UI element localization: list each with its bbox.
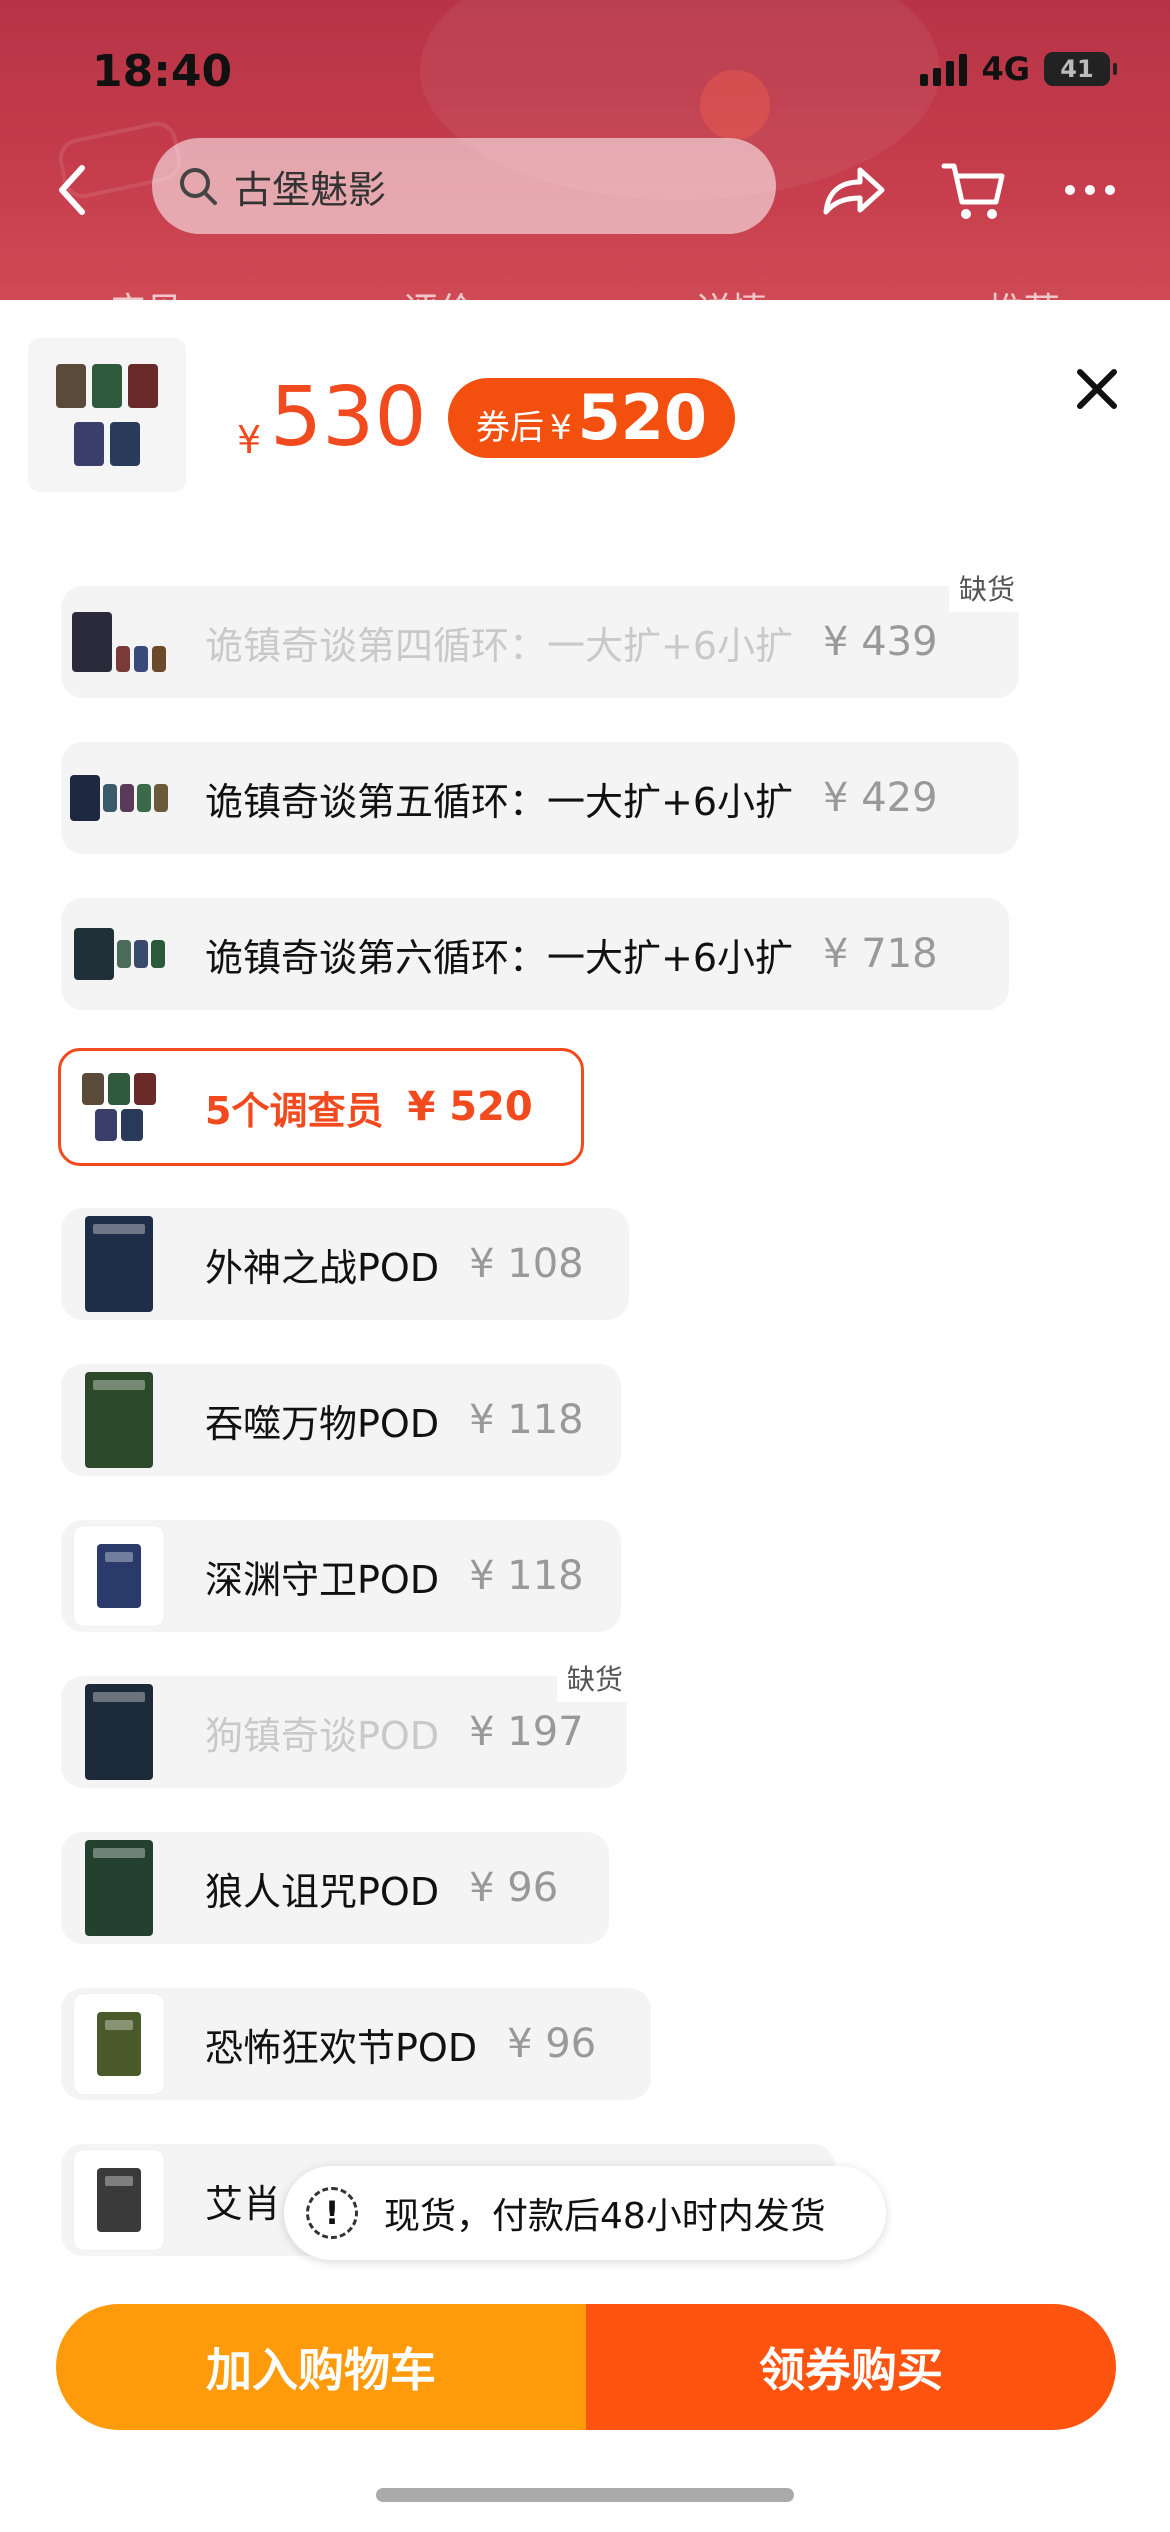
option-price: ¥ 118 — [469, 1553, 584, 1599]
cart-icon[interactable] — [940, 158, 1008, 224]
option-name: 外神之战POD — [205, 1245, 440, 1290]
option-thumbnail — [65, 1367, 173, 1473]
option-thumbnail — [65, 1211, 173, 1317]
option-thumbnail — [65, 745, 173, 851]
tab-item[interactable]: 宝贝 — [110, 282, 182, 302]
coupon-price-badge: 券后 ¥ 520 — [448, 378, 736, 458]
coupon-currency: ¥ — [550, 408, 572, 448]
info-icon: ! — [306, 2187, 358, 2239]
option-item[interactable]: 诡镇奇谈第四循环：一大扩+6小扩 ¥ 439 缺货 — [61, 564, 1025, 698]
option-price: ¥ 197 — [469, 1709, 584, 1755]
option-item[interactable]: 外神之战POD ¥ 108 — [61, 1208, 629, 1320]
option-name: 诡镇奇谈第四循环：一大扩+6小扩 — [205, 623, 794, 668]
product-tabs: 宝贝 评价 详情 推荐 — [0, 282, 1170, 302]
coupon-price: 520 — [577, 381, 708, 454]
option-thumbnail — [65, 2147, 173, 2253]
search-text: 古堡魅影 — [234, 167, 387, 212]
option-item[interactable]: 诡镇奇谈第六循环：一大扩+6小扩 ¥ 718 — [61, 898, 1009, 1010]
option-thumbnail — [65, 1679, 173, 1785]
out-of-stock-badge: 缺货 — [556, 1654, 633, 1702]
option-thumbnail — [65, 589, 173, 695]
option-item[interactable]: 深渊守卫POD ¥ 118 — [61, 1520, 621, 1632]
home-indicator[interactable] — [376, 2488, 794, 2502]
network-label: 4G — [981, 50, 1030, 88]
out-of-stock-badge: 缺货 — [948, 564, 1025, 612]
option-thumbnail — [65, 1523, 173, 1629]
status-time: 18:40 — [92, 46, 233, 97]
price-currency: ¥ — [237, 418, 262, 462]
option-item[interactable]: 狼人诅咒POD ¥ 96 — [61, 1832, 609, 1944]
search-bar[interactable]: 古堡魅影 — [152, 138, 776, 234]
option-thumbnail — [65, 1054, 173, 1160]
option-price: ¥ 96 — [507, 2021, 597, 2067]
option-item-selected[interactable]: 5个调查员 ¥ 520 — [58, 1048, 584, 1166]
tab-recommend[interactable]: 推荐 — [988, 282, 1060, 302]
shipping-tip-text: 现货，付款后48小时内发货 — [384, 2196, 826, 2237]
coupon-label: 券后 — [476, 408, 544, 448]
more-icon[interactable] — [1060, 180, 1120, 200]
option-name: 5个调查员 — [205, 1088, 384, 1133]
option-name: 恐怖狂欢节POD — [205, 2025, 478, 2070]
option-name: 深渊守卫POD — [205, 1557, 440, 1602]
option-name: 吞噬万物POD — [205, 1401, 440, 1446]
option-thumbnail — [65, 1835, 173, 1941]
option-name: 艾肖 — [205, 2181, 282, 2226]
shipping-tip-toast: ! 现货，付款后48小时内发货 — [284, 2166, 886, 2260]
option-thumbnail — [65, 1991, 173, 2097]
share-icon[interactable] — [820, 160, 886, 220]
option-item[interactable]: 诡镇奇谈第五循环：一大扩+6小扩 ¥ 429 — [61, 742, 1019, 854]
back-arrow-icon[interactable] — [50, 160, 100, 220]
tab-details[interactable]: 详情 — [695, 282, 767, 302]
battery-icon: 41 — [1044, 52, 1117, 86]
search-icon — [180, 168, 217, 205]
option-price: ¥ 108 — [469, 1241, 584, 1287]
option-item[interactable]: 恐怖狂欢节POD ¥ 96 — [61, 1988, 651, 2100]
coupon-buy-button[interactable]: 领券购买 — [586, 2304, 1116, 2430]
price-value: 530 — [270, 370, 427, 465]
option-price: ¥ 520 — [407, 1084, 533, 1130]
option-thumbnail — [65, 901, 173, 1007]
option-name: 狗镇奇谈POD — [205, 1713, 440, 1758]
option-name: 狼人诅咒POD — [205, 1869, 440, 1914]
close-icon[interactable] — [1074, 366, 1120, 412]
option-name: 诡镇奇谈第六循环：一大扩+6小扩 — [205, 935, 794, 980]
option-item[interactable]: 吞噬万物POD ¥ 118 — [61, 1364, 621, 1476]
status-bar-right: 4G 41 — [920, 50, 1117, 88]
add-to-cart-button[interactable]: 加入购物车 — [56, 2304, 586, 2430]
tab-reviews[interactable]: 评价 — [403, 282, 475, 302]
option-price: ¥ 429 — [823, 775, 938, 821]
option-item[interactable]: 狗镇奇谈POD ¥ 197 缺货 — [61, 1654, 633, 1788]
option-price: ¥ 96 — [469, 1865, 559, 1911]
option-price: ¥ 439 — [823, 619, 938, 665]
option-name: 诡镇奇谈第五循环：一大扩+6小扩 — [205, 779, 794, 824]
option-price: ¥ 718 — [823, 931, 938, 977]
option-price: ¥ 118 — [469, 1397, 584, 1443]
selected-product-image[interactable] — [28, 338, 186, 492]
signal-icon — [920, 52, 968, 86]
